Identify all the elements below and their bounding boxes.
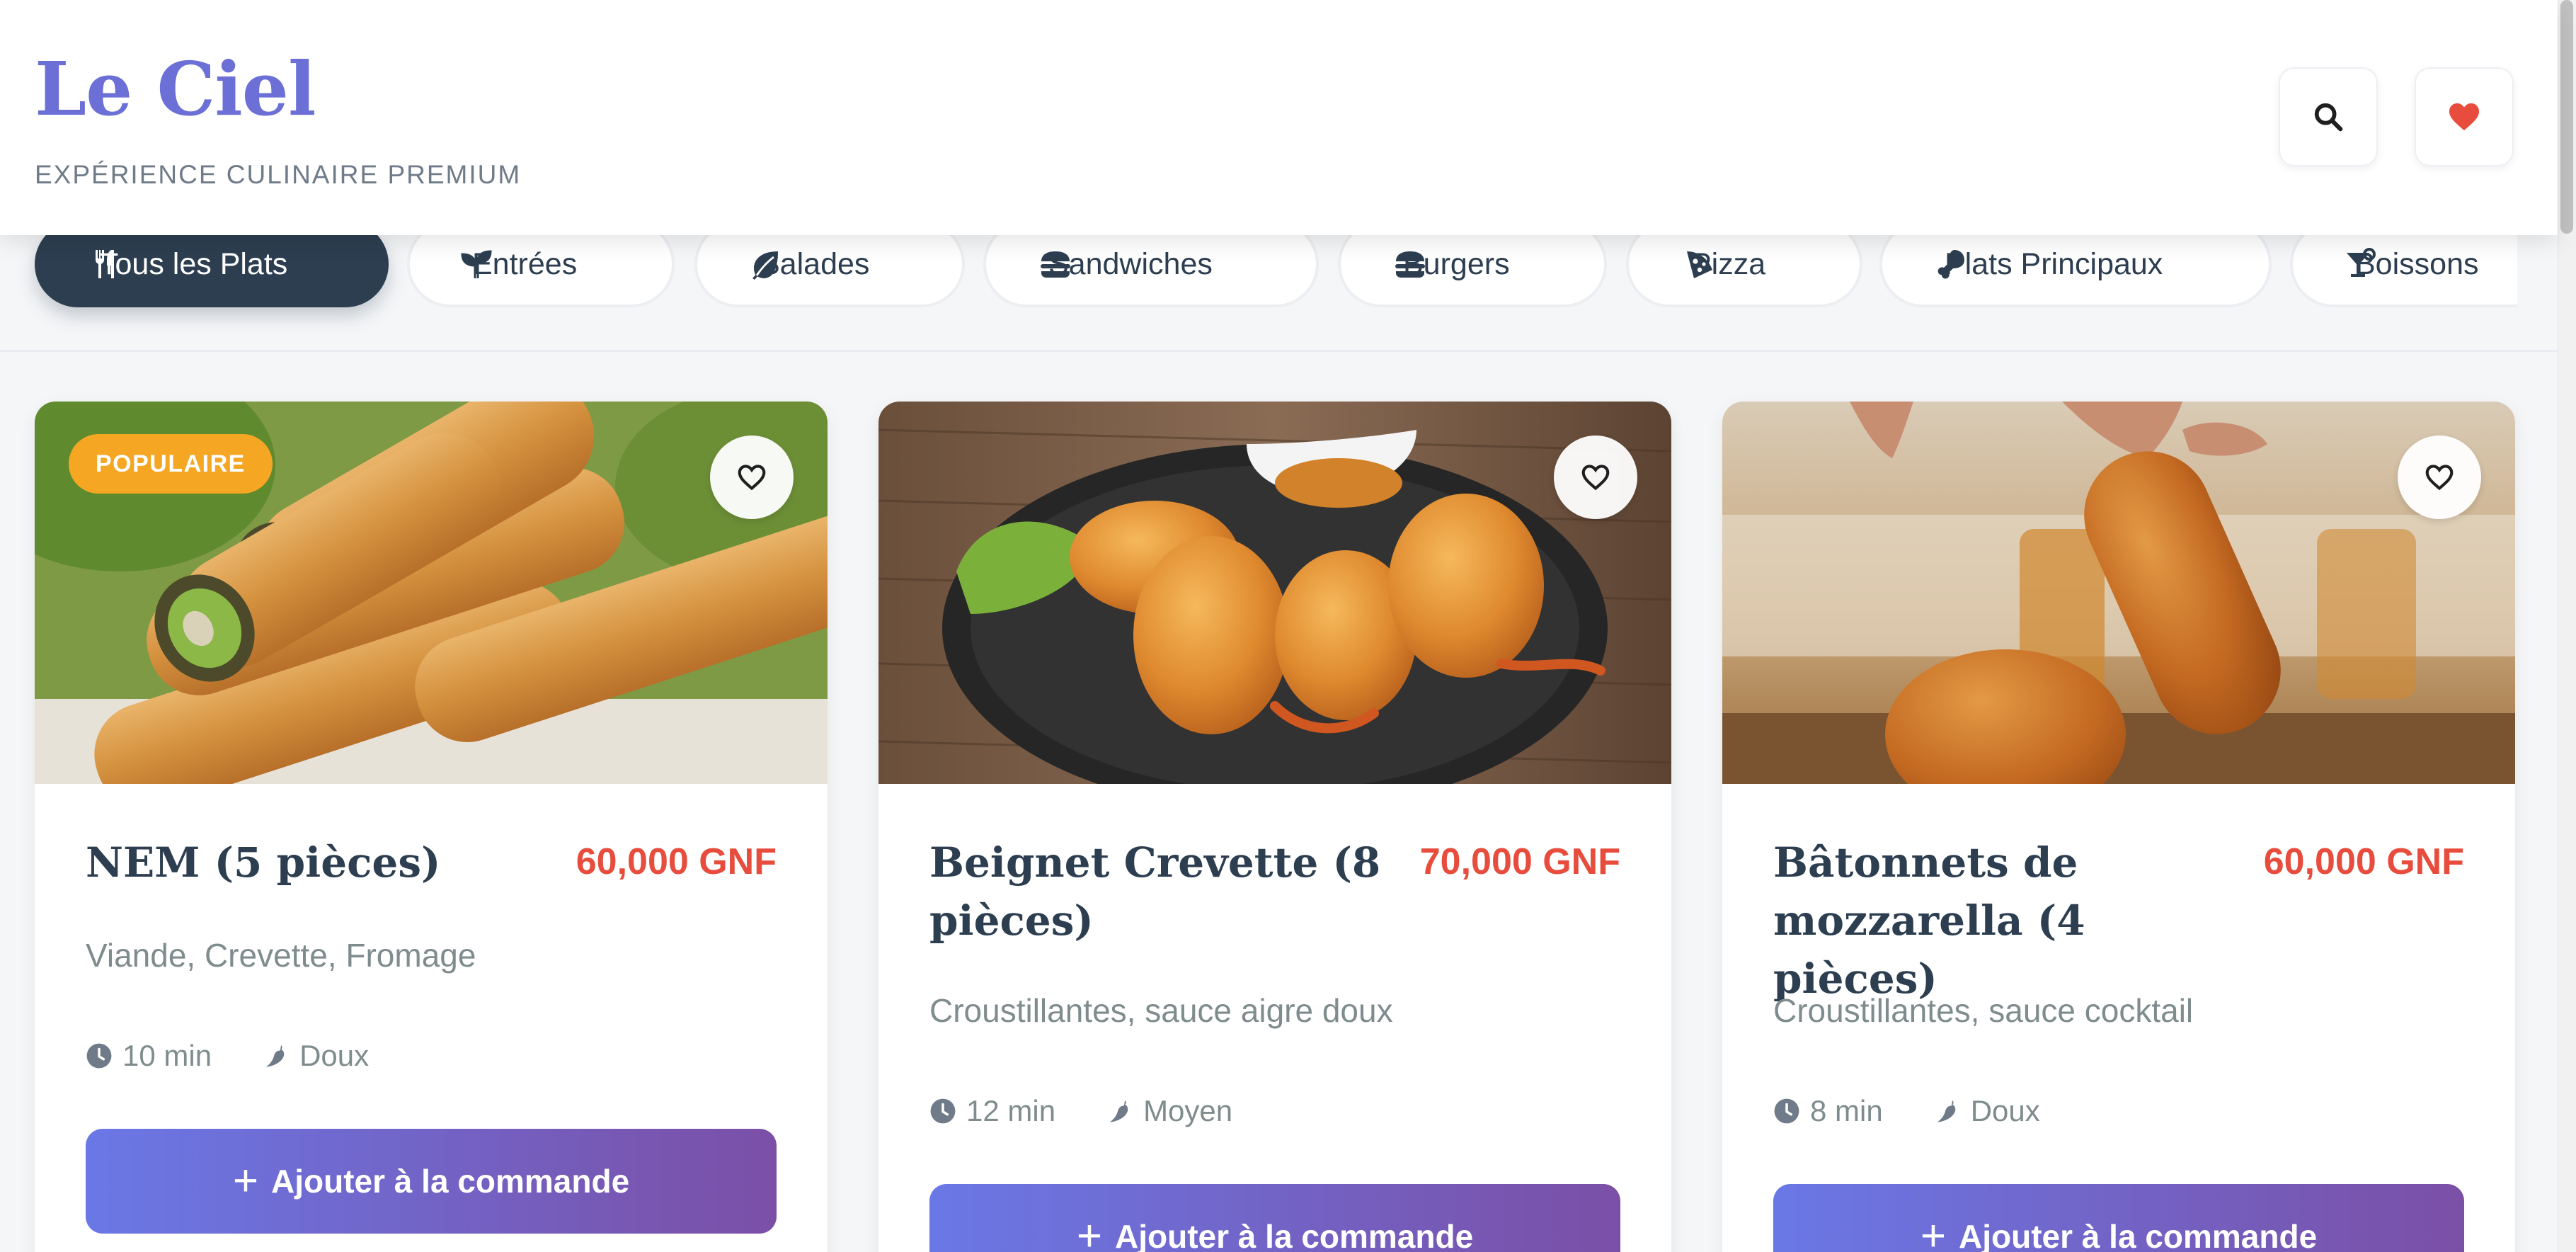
heart-outline-icon bbox=[738, 465, 766, 491]
dish-image-beignet-crevette bbox=[878, 402, 1671, 784]
burger-icon bbox=[1395, 251, 1425, 278]
dish-title: Bâtonnets de mozzarella (4 pièces) bbox=[1773, 838, 2085, 1003]
spice-level: Doux bbox=[299, 1039, 370, 1072]
dish-card[interactable]: Beignet Crevette (8 pièces) 70,000 GNF C… bbox=[878, 402, 1671, 1252]
pepper-icon bbox=[265, 1045, 285, 1067]
plus-icon: + bbox=[232, 1156, 259, 1205]
add-to-order-button[interactable]: + Ajouter à la commande bbox=[1773, 1184, 2464, 1252]
dish-card[interactable]: POPULAIRE NEM (5 pièces) 60,000 GNF Vian… bbox=[35, 402, 828, 1252]
add-to-order-label: Ajouter à la commande bbox=[1115, 1218, 1474, 1252]
category-label: Tous les Plats bbox=[100, 246, 288, 281]
dish-image-batonnets-mozzarella bbox=[1722, 402, 2515, 784]
dish-title: NEM (5 pièces) bbox=[86, 838, 441, 887]
tagline: EXPÉRIENCE CULINAIRE PREMIUM bbox=[35, 160, 522, 189]
logo[interactable]: Le Ciel bbox=[35, 45, 316, 132]
add-to-order-button[interactable]: + Ajouter à la commande bbox=[929, 1184, 1620, 1252]
dish-image-nem: POPULAIRE bbox=[35, 402, 828, 784]
category-label: Sandwiches bbox=[1048, 246, 1213, 281]
dish-meta: 8 min Doux bbox=[1773, 1094, 2090, 1128]
prep-time: 8 min bbox=[1810, 1094, 1883, 1127]
heart-icon bbox=[2449, 103, 2479, 131]
dish-meta: 10 min Doux bbox=[86, 1039, 418, 1073]
page: Le Ciel EXPÉRIENCE CULINAIRE PREMIUM Tou… bbox=[0, 0, 2576, 1252]
scrollbar[interactable] bbox=[2558, 0, 2576, 1252]
search-icon bbox=[2314, 103, 2343, 132]
scrollbar-thumb[interactable] bbox=[2560, 0, 2573, 234]
clock-icon bbox=[930, 1098, 956, 1124]
prep-time: 10 min bbox=[122, 1039, 212, 1072]
favorite-button[interactable] bbox=[2398, 436, 2481, 519]
cocktail-icon bbox=[2347, 248, 2376, 277]
drumstick-icon bbox=[1937, 250, 1964, 279]
sandwich-icon bbox=[1041, 251, 1070, 278]
popular-badge: POPULAIRE bbox=[69, 434, 273, 494]
dish-title: Beignet Crevette (8 pièces) bbox=[929, 838, 1381, 945]
utensils-icon bbox=[96, 250, 114, 278]
add-to-order-label: Ajouter à la commande bbox=[1959, 1218, 2318, 1252]
favorites-button[interactable] bbox=[2415, 67, 2514, 166]
pizza-icon bbox=[1687, 251, 1712, 278]
clock-icon bbox=[1774, 1098, 1799, 1124]
clock-icon bbox=[86, 1043, 112, 1069]
seedling-icon bbox=[461, 250, 492, 278]
favorite-button[interactable] bbox=[1554, 436, 1637, 519]
favorite-button[interactable] bbox=[710, 436, 794, 519]
search-button[interactable] bbox=[2279, 67, 2378, 166]
add-to-order-button[interactable]: + Ajouter à la commande bbox=[86, 1129, 777, 1234]
add-to-order-label: Ajouter à la commande bbox=[271, 1163, 630, 1200]
dish-description: Viande, Crevette, Fromage bbox=[86, 937, 476, 974]
plus-icon: + bbox=[1920, 1212, 1947, 1252]
heart-outline-icon bbox=[1581, 465, 1610, 491]
dish-price: 60,000 GNF bbox=[2263, 841, 2464, 882]
dish-card[interactable]: Bâtonnets de mozzarella (4 pièces) 60,00… bbox=[1722, 402, 2515, 1252]
dish-description: Croustillantes, sauce cocktail bbox=[1773, 992, 2194, 1029]
site-header: Le Ciel EXPÉRIENCE CULINAIRE PREMIUM bbox=[0, 0, 2558, 235]
spice-level: Doux bbox=[1970, 1094, 2040, 1127]
dish-price: 60,000 GNF bbox=[576, 841, 777, 882]
dish-description: Croustillantes, sauce aigre doux bbox=[929, 992, 1393, 1029]
spice-level: Moyen bbox=[1143, 1094, 1233, 1127]
heart-outline-icon bbox=[2425, 465, 2454, 491]
dish-meta: 12 min Moyen bbox=[929, 1094, 1282, 1128]
category-label: Plats Principaux bbox=[1945, 246, 2163, 281]
category-divider bbox=[0, 350, 2558, 352]
pepper-icon bbox=[1937, 1100, 1956, 1122]
prep-time: 12 min bbox=[966, 1094, 1056, 1127]
plus-icon: + bbox=[1076, 1212, 1103, 1252]
leaf-icon bbox=[752, 251, 778, 280]
dish-price: 70,000 GNF bbox=[1419, 841, 1620, 882]
pepper-icon bbox=[1109, 1100, 1128, 1122]
